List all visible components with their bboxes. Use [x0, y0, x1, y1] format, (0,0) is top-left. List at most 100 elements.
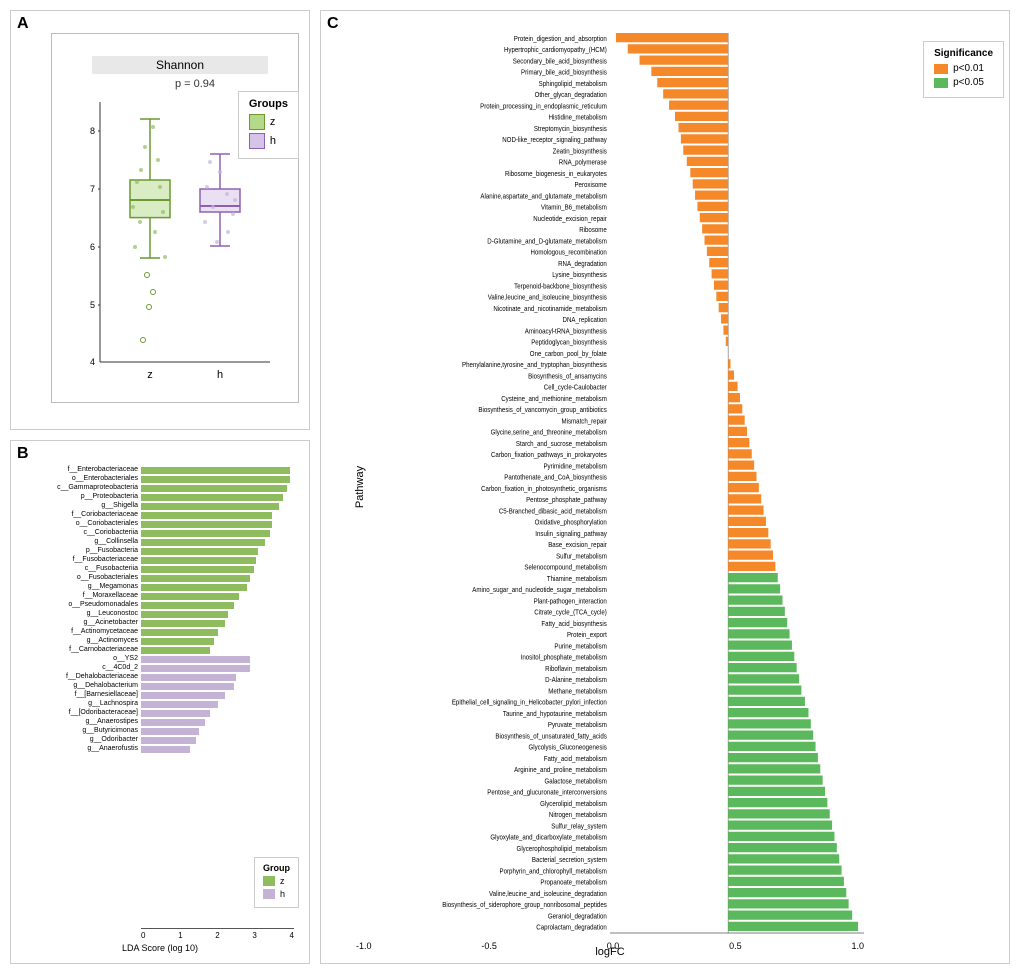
- b-bar-row: g__Collinsella: [141, 538, 294, 546]
- b-bar-label: o__Pseudomonadales: [21, 601, 141, 609]
- c-bar-label: Alanine,aspartate_and_glutamate_metaboli…: [480, 193, 607, 201]
- c-bar-label: One_carbon_pool_by_folate: [530, 350, 607, 358]
- b-bar-row: g__Dehalobacterium: [141, 682, 294, 690]
- legend-h-box: [249, 133, 265, 149]
- b-bar-label: o__Coriobacteriales: [21, 520, 141, 528]
- c-bar-label: Carbon_fixation_pathways_in_prokaryotes: [491, 452, 607, 460]
- b-bar-label: g__Collinsella: [21, 538, 141, 546]
- b-bar-row: o__YS2: [141, 655, 294, 663]
- c-bar-rect: [728, 764, 820, 773]
- b-bar-rect: [141, 629, 218, 636]
- c-bar-label: Zeatin_biosynthesis: [553, 148, 608, 156]
- b-bar-label: c__Coriobacteriia: [21, 529, 141, 537]
- b-bar-row: g__Actinomyces: [141, 637, 294, 645]
- b-bar-label: g__Leuconostoc: [21, 610, 141, 618]
- c-bar-label: Glycine,serine_and_threonine_metabolism: [491, 429, 607, 437]
- c-bar-label: Cell_cycle-Caulobacter: [544, 384, 608, 392]
- c-bar-label: Selenocompound_metabolism: [524, 564, 607, 572]
- b-bar-rect: [141, 530, 270, 537]
- panel-a-title: Shannon: [156, 58, 204, 72]
- c-bar-label: Sphingolipid_metabolism: [539, 80, 607, 88]
- b-bar-row: g__Shigella: [141, 502, 294, 510]
- b-bar-rect: [141, 521, 272, 528]
- b-bar-rect: [141, 593, 239, 600]
- legend-b-h-label: h: [280, 889, 285, 899]
- c-bar-rect: [714, 281, 728, 290]
- b-bar-rect: [141, 557, 256, 564]
- b-bar-row: c__Gammaproteobacteria: [141, 484, 294, 492]
- c-bar-label: Bacterial_secretion_system: [532, 857, 607, 865]
- c-bar-rect: [728, 461, 754, 470]
- c-bar-label: Homologous_recombination: [531, 249, 607, 257]
- legend-b-h-box: [263, 889, 275, 899]
- b-bar-label: g__Megamonas: [21, 583, 141, 591]
- legend-b-item-h: h: [263, 889, 290, 899]
- c-bar-rect: [687, 157, 728, 166]
- c-bar-label: Terpenoid-backbone_biosynthesis: [514, 283, 607, 291]
- c-bar-rect: [697, 202, 728, 211]
- c-bar-label: Thiamine_metabolism: [547, 575, 607, 583]
- b-bar-label: c__Gammaproteobacteria: [21, 484, 141, 492]
- c-bar-rect: [683, 146, 728, 155]
- b-bar-rect: [141, 476, 290, 483]
- b-bar-row: g__Lachnospira: [141, 700, 294, 708]
- c-bar-label: Nicotinate_and_nicotinamide_metabolism: [493, 305, 607, 313]
- c-bar-rect: [728, 753, 818, 762]
- b-bar-row: g__Odoribacter: [141, 736, 294, 744]
- b-bar-row: g__Anaerofustis: [141, 745, 294, 753]
- b-bar-rect: [141, 620, 225, 627]
- b-bar-row: c__4C0d_2: [141, 664, 294, 672]
- c-bar-rect: [728, 809, 830, 818]
- c-bar-rect: [728, 731, 813, 740]
- legend-h-label: h: [270, 135, 276, 147]
- b-bar-label: o__Fusobacteriales: [21, 574, 141, 582]
- c-bar-label: Amino_sugar_and_nucleotide_sugar_metabol…: [472, 587, 607, 595]
- b-bar-rect: [141, 692, 225, 699]
- c-bar-label: Taurine_and_hypotaurine_metabolism: [503, 710, 607, 718]
- c-bar-label: Biosynthesis_of_siderophore_group_nonrib…: [442, 902, 607, 910]
- c-bar-label: Pyrimidine_metabolism: [543, 463, 607, 471]
- b-bar-label: f__[Odoribacteraceae]: [21, 709, 141, 717]
- panel-a-label: A: [17, 15, 29, 33]
- c-bar-rect: [728, 877, 844, 886]
- b-bar-rect: [141, 566, 254, 573]
- c-bar-label: Biosynthesis_of_ansamycins: [528, 373, 607, 381]
- c-bar-rect: [728, 382, 737, 391]
- c-bar-rect: [651, 67, 728, 76]
- b-bar-row: f__Actinomycetaceae: [141, 628, 294, 636]
- panel-c: C Pathway Protein_digestion_and_absorpti…: [320, 10, 1010, 964]
- c-bar-label: Nitrogen_metabolism: [549, 812, 607, 820]
- legend-item-h: h: [249, 133, 288, 149]
- c-bar-rect: [728, 866, 841, 875]
- svg-text:5: 5: [90, 300, 95, 310]
- b-bar-label: p__Proteobacteria: [21, 493, 141, 501]
- left-panel: A Shannon p = 0.94: [10, 10, 310, 964]
- c-bar-rect: [728, 528, 768, 537]
- c-bar-rect: [681, 134, 728, 143]
- c-bar-label: Vitamin_B6_metabolism: [541, 204, 607, 212]
- panel-c-chart-area: Protein_digestion_and_absorptionHypertro…: [356, 33, 864, 933]
- b-bar-row: c__Fusobacteriia: [141, 565, 294, 573]
- main-container: A Shannon p = 0.94: [0, 0, 1020, 974]
- c-bar-rect: [728, 629, 789, 638]
- b-bar-label: f__Fusobacteriaceae: [21, 556, 141, 564]
- c-bar-label: Ribosome: [579, 227, 607, 235]
- b-bar-rect: [141, 467, 290, 474]
- b-bar-rect: [141, 719, 205, 726]
- c-bar-rect: [728, 506, 763, 515]
- b-bar-rect: [141, 611, 228, 618]
- b-bar-rect: [141, 539, 265, 546]
- c-bar-rect: [728, 494, 761, 503]
- b-bar-rect: [141, 674, 236, 681]
- b-bar-row: f__Dehalobacteriaceae: [141, 673, 294, 681]
- b-bar-label: g__Dehalobacterium: [21, 682, 141, 690]
- c-bar-rect: [728, 922, 858, 931]
- c-bar-rect: [728, 539, 771, 548]
- c-bar-label: Lysine_biosynthesis: [552, 272, 607, 280]
- b-bar-rect: [141, 701, 218, 708]
- c-bar-rect: [728, 686, 801, 695]
- c-bar-rect: [728, 618, 787, 627]
- b-bar-row: o__Enterobacteriales: [141, 475, 294, 483]
- c-bar-rect: [728, 359, 730, 368]
- c-bar-label: Starch_and_sucrose_metabolism: [516, 440, 607, 448]
